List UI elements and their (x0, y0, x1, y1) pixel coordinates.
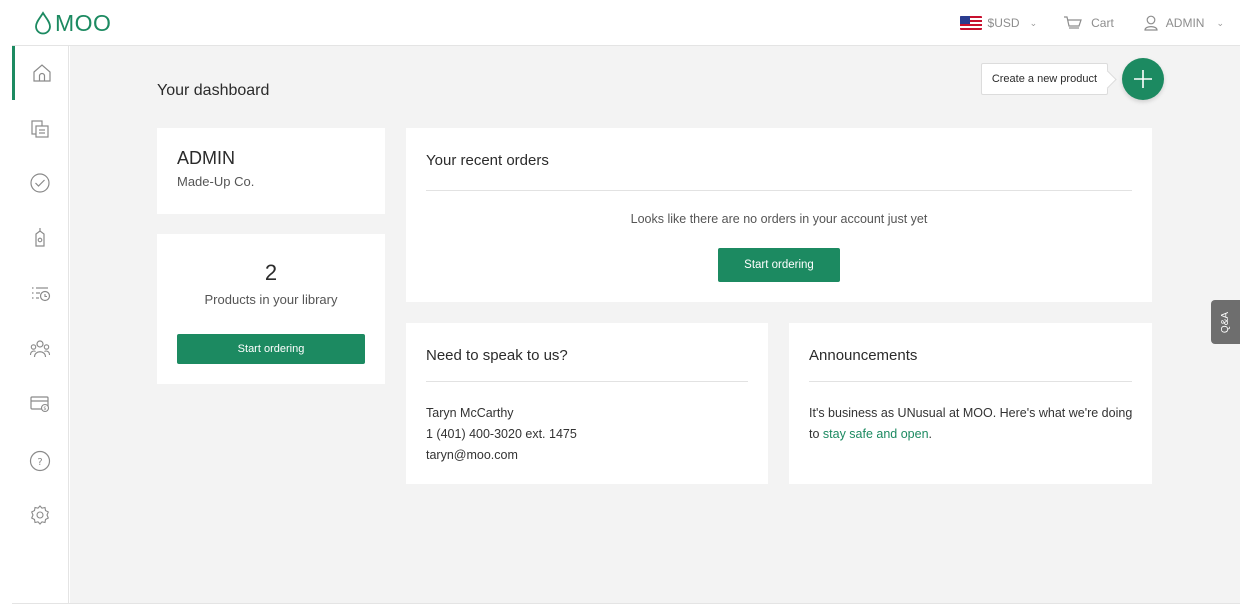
question-icon: ? (29, 450, 51, 472)
account-menu[interactable]: ADMIN ⌄ (1144, 15, 1224, 31)
credit-card-icon: $ (30, 396, 50, 413)
announcements-card: Announcements It's business as UNusual a… (789, 323, 1152, 484)
announcements-heading: Announcements (809, 347, 918, 364)
divider (426, 190, 1132, 191)
sidebar-item-team[interactable] (12, 322, 68, 376)
sidebar-item-billing[interactable]: $ (12, 376, 68, 430)
create-product-area: Create a new product (980, 58, 1164, 100)
moo-logo[interactable]: MOO (34, 10, 111, 36)
stay-safe-link[interactable]: stay safe and open (823, 427, 929, 441)
currency-selector[interactable]: $USD ⌄ (959, 16, 1038, 30)
divider (809, 381, 1132, 382)
chevron-down-icon: ⌄ (1216, 17, 1224, 28)
create-product-button[interactable] (1122, 58, 1164, 100)
products-label: Products in your library (204, 292, 338, 307)
sidebar-item-orders[interactable] (12, 266, 68, 320)
us-flag-icon (959, 16, 982, 30)
contact-phone: 1 (401) 400-3020 ext. 1475 (426, 427, 577, 441)
users-icon (29, 340, 51, 358)
top-bar: MOO $USD ⌄ Cart ADMIN ⌄ (12, 0, 1240, 46)
documents-icon (31, 120, 49, 138)
divider (426, 381, 748, 382)
library-card: 2 Products in your library Start orderin… (157, 234, 385, 384)
account-card: ADMIN Made-Up Co. (157, 128, 385, 214)
plus-icon (1134, 70, 1152, 88)
home-icon (32, 64, 51, 82)
page-title: Your dashboard (157, 82, 270, 99)
app-window: MOO $USD ⌄ Cart ADMIN ⌄ $ ? Your dashboa… (12, 0, 1240, 604)
sidebar-nav: $ ? (12, 46, 69, 604)
account-label: ADMIN (1165, 16, 1205, 30)
chevron-down-icon: ⌄ (1029, 17, 1038, 28)
sidebar-item-approvals[interactable] (12, 156, 68, 210)
top-right-controls: $USD ⌄ Cart ADMIN ⌄ (959, 0, 1240, 46)
contact-heading: Need to speak to us? (426, 347, 568, 364)
cart-label: Cart (1091, 16, 1114, 30)
qa-tab[interactable]: Q&A (1211, 300, 1240, 344)
contact-name: Taryn McCarthy (426, 406, 514, 420)
list-clock-icon (32, 287, 51, 302)
user-icon (1144, 15, 1158, 31)
cart-icon (1064, 16, 1082, 29)
library-start-ordering-button[interactable]: Start ordering (177, 334, 365, 364)
svg-text:$: $ (43, 406, 46, 412)
svg-text:?: ? (37, 457, 42, 468)
currency-label: $USD (987, 16, 1020, 30)
contact-email[interactable]: taryn@moo.com (426, 445, 577, 466)
contact-card: Need to speak to us? Taryn McCarthy 1 (4… (406, 323, 768, 484)
sidebar-item-settings[interactable] (12, 488, 68, 542)
account-name: ADMIN (177, 148, 235, 168)
announcement-text: It's business as UNusual at MOO. Here's … (809, 403, 1139, 445)
gear-icon (30, 505, 50, 525)
orders-start-ordering-button[interactable]: Start ordering (718, 248, 840, 282)
company-name: Made-Up Co. (177, 174, 255, 189)
announcement-text-after: . (928, 427, 933, 441)
sidebar-item-templates[interactable] (12, 102, 68, 156)
sidebar-item-home[interactable] (12, 46, 68, 100)
create-product-tooltip: Create a new product (980, 63, 1108, 95)
sidebar-item-help[interactable]: ? (12, 434, 68, 488)
qa-label: Q&A (1220, 311, 1231, 333)
products-count: 2 (264, 260, 278, 285)
orders-heading: Your recent orders (426, 152, 549, 169)
contact-details: Taryn McCarthy 1 (401) 400-3020 ext. 147… (426, 403, 577, 466)
dashboard-main: Your dashboard Create a new product ADMI… (70, 46, 1240, 604)
cart-link[interactable]: Cart (1063, 15, 1114, 31)
orders-empty-message: Looks like there are no orders in your a… (630, 212, 928, 226)
check-circle-icon (30, 173, 50, 193)
recent-orders-card: Your recent orders Looks like there are … (406, 128, 1152, 302)
logo-text: MOO (55, 9, 112, 36)
sidebar-item-products[interactable] (12, 210, 68, 264)
drop-logo-icon (35, 11, 51, 35)
tag-icon (35, 228, 45, 247)
